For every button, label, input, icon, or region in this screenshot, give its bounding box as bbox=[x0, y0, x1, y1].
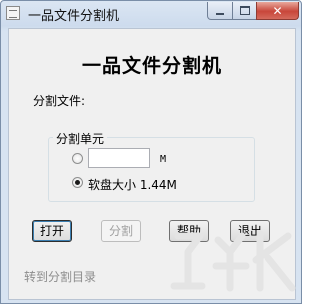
close-button[interactable]: ✕ bbox=[256, 2, 299, 20]
split-unit-group-title: 分割单元 bbox=[53, 130, 108, 147]
goto-split-folder-link[interactable]: 转到分割目录 bbox=[24, 268, 96, 285]
minimize-icon bbox=[216, 12, 224, 15]
app-heading: 一品文件分割机 bbox=[81, 55, 222, 77]
floppy-size-radio[interactable] bbox=[72, 177, 83, 188]
app-icon[interactable] bbox=[6, 6, 20, 20]
maximize-button[interactable] bbox=[232, 2, 257, 20]
split-file-label: 分割文件: bbox=[33, 94, 86, 108]
custom-size-unit: M bbox=[160, 154, 167, 165]
custom-size-input[interactable] bbox=[88, 148, 150, 168]
title-bar[interactable]: 一品文件分割机 ✕ bbox=[1, 1, 301, 28]
custom-size-radio[interactable] bbox=[72, 153, 83, 164]
open-button[interactable]: 打开 bbox=[32, 220, 72, 242]
floppy-size-label[interactable]: 软盘大小 1.44M bbox=[88, 176, 177, 193]
split-button[interactable]: 分割 bbox=[101, 220, 141, 242]
minimize-button[interactable] bbox=[207, 2, 233, 20]
maximize-icon bbox=[239, 6, 250, 15]
close-icon: ✕ bbox=[272, 3, 283, 18]
window-title: 一品文件分割机 bbox=[28, 9, 120, 24]
watermark-logo bbox=[170, 230, 296, 292]
